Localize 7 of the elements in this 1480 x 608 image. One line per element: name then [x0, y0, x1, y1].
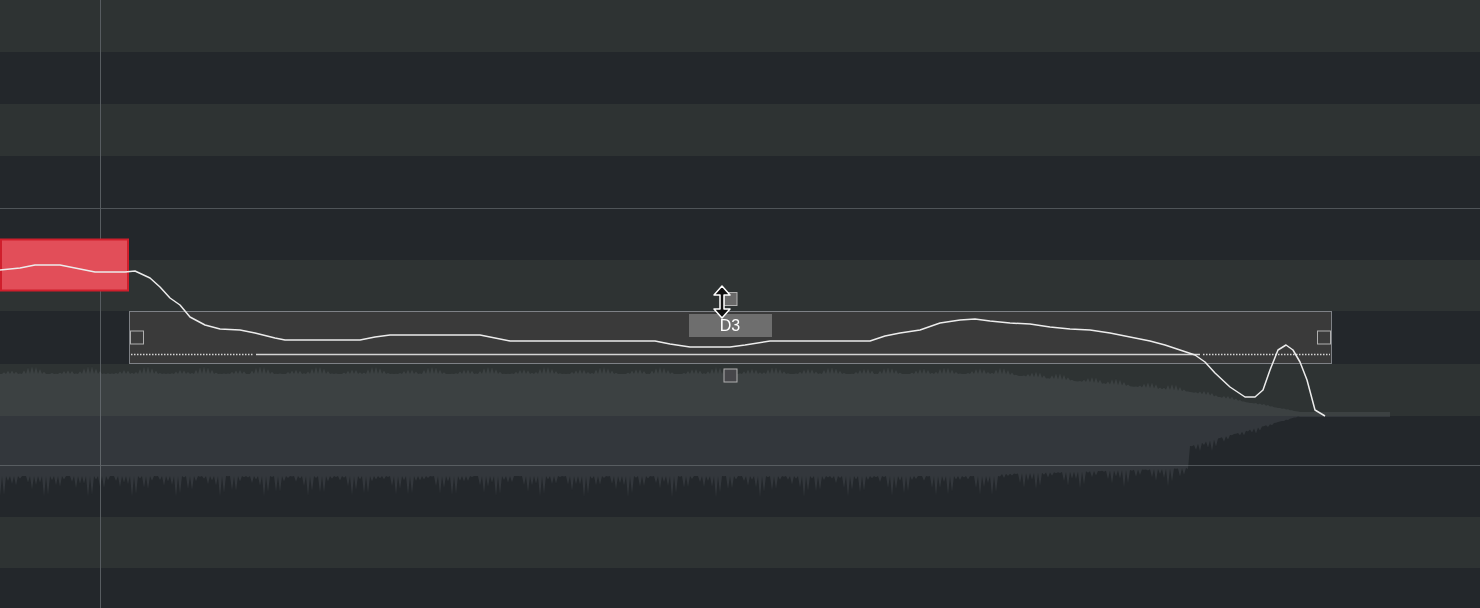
- resize-cursor-icon: [712, 284, 732, 319]
- note-pitch-label: D3: [688, 314, 772, 337]
- resize-handle[interactable]: [130, 330, 144, 345]
- resize-handle[interactable]: [723, 368, 738, 383]
- selected-note-segment[interactable]: [0, 238, 129, 292]
- resize-handle[interactable]: [1317, 330, 1331, 345]
- note-segment[interactable]: [129, 311, 1332, 364]
